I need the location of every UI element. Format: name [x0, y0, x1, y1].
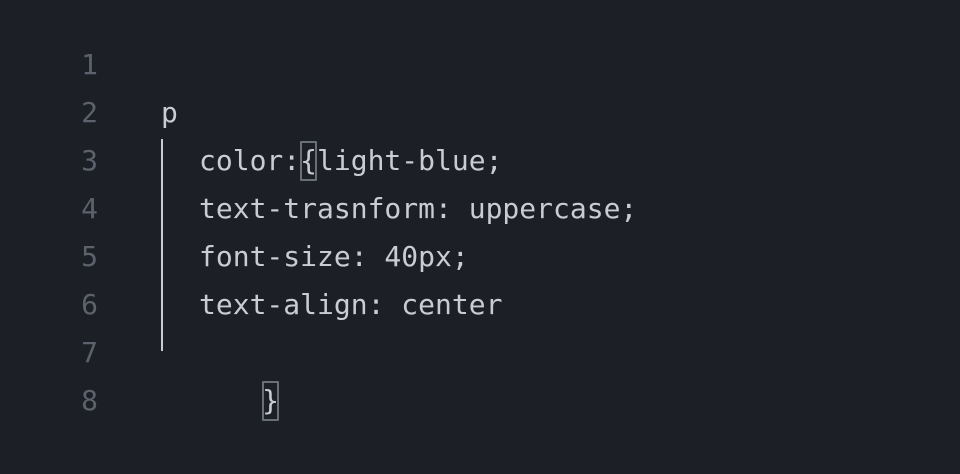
code-editor[interactable]: 1 2 3 p { 4 color: light-blue; 5 text-tr…: [0, 0, 960, 474]
css-declaration: text-align: center: [199, 288, 503, 321]
close-brace-match: }: [262, 381, 280, 421]
code-line-8[interactable]: 8 }: [0, 329, 960, 421]
code-line-2[interactable]: 2: [0, 41, 960, 129]
css-declaration: text-trasnform: uppercase;: [199, 192, 638, 225]
code-line-4[interactable]: 4 color: light-blue;: [0, 137, 960, 225]
code-line-1[interactable]: 1: [0, 0, 960, 81]
code-line-5[interactable]: 5 text-trasnform: uppercase;: [0, 185, 960, 273]
css-declaration: color: light-blue;: [199, 144, 503, 177]
code-line-3[interactable]: 3 p {: [0, 89, 960, 181]
code-line-6[interactable]: 6 font-size: 40px;: [0, 233, 960, 321]
line-number: 8: [81, 384, 98, 417]
css-declaration: font-size: 40px;: [199, 240, 469, 273]
code-line-7[interactable]: 7 text-align: center: [0, 281, 960, 369]
css-selector: p: [161, 96, 178, 129]
